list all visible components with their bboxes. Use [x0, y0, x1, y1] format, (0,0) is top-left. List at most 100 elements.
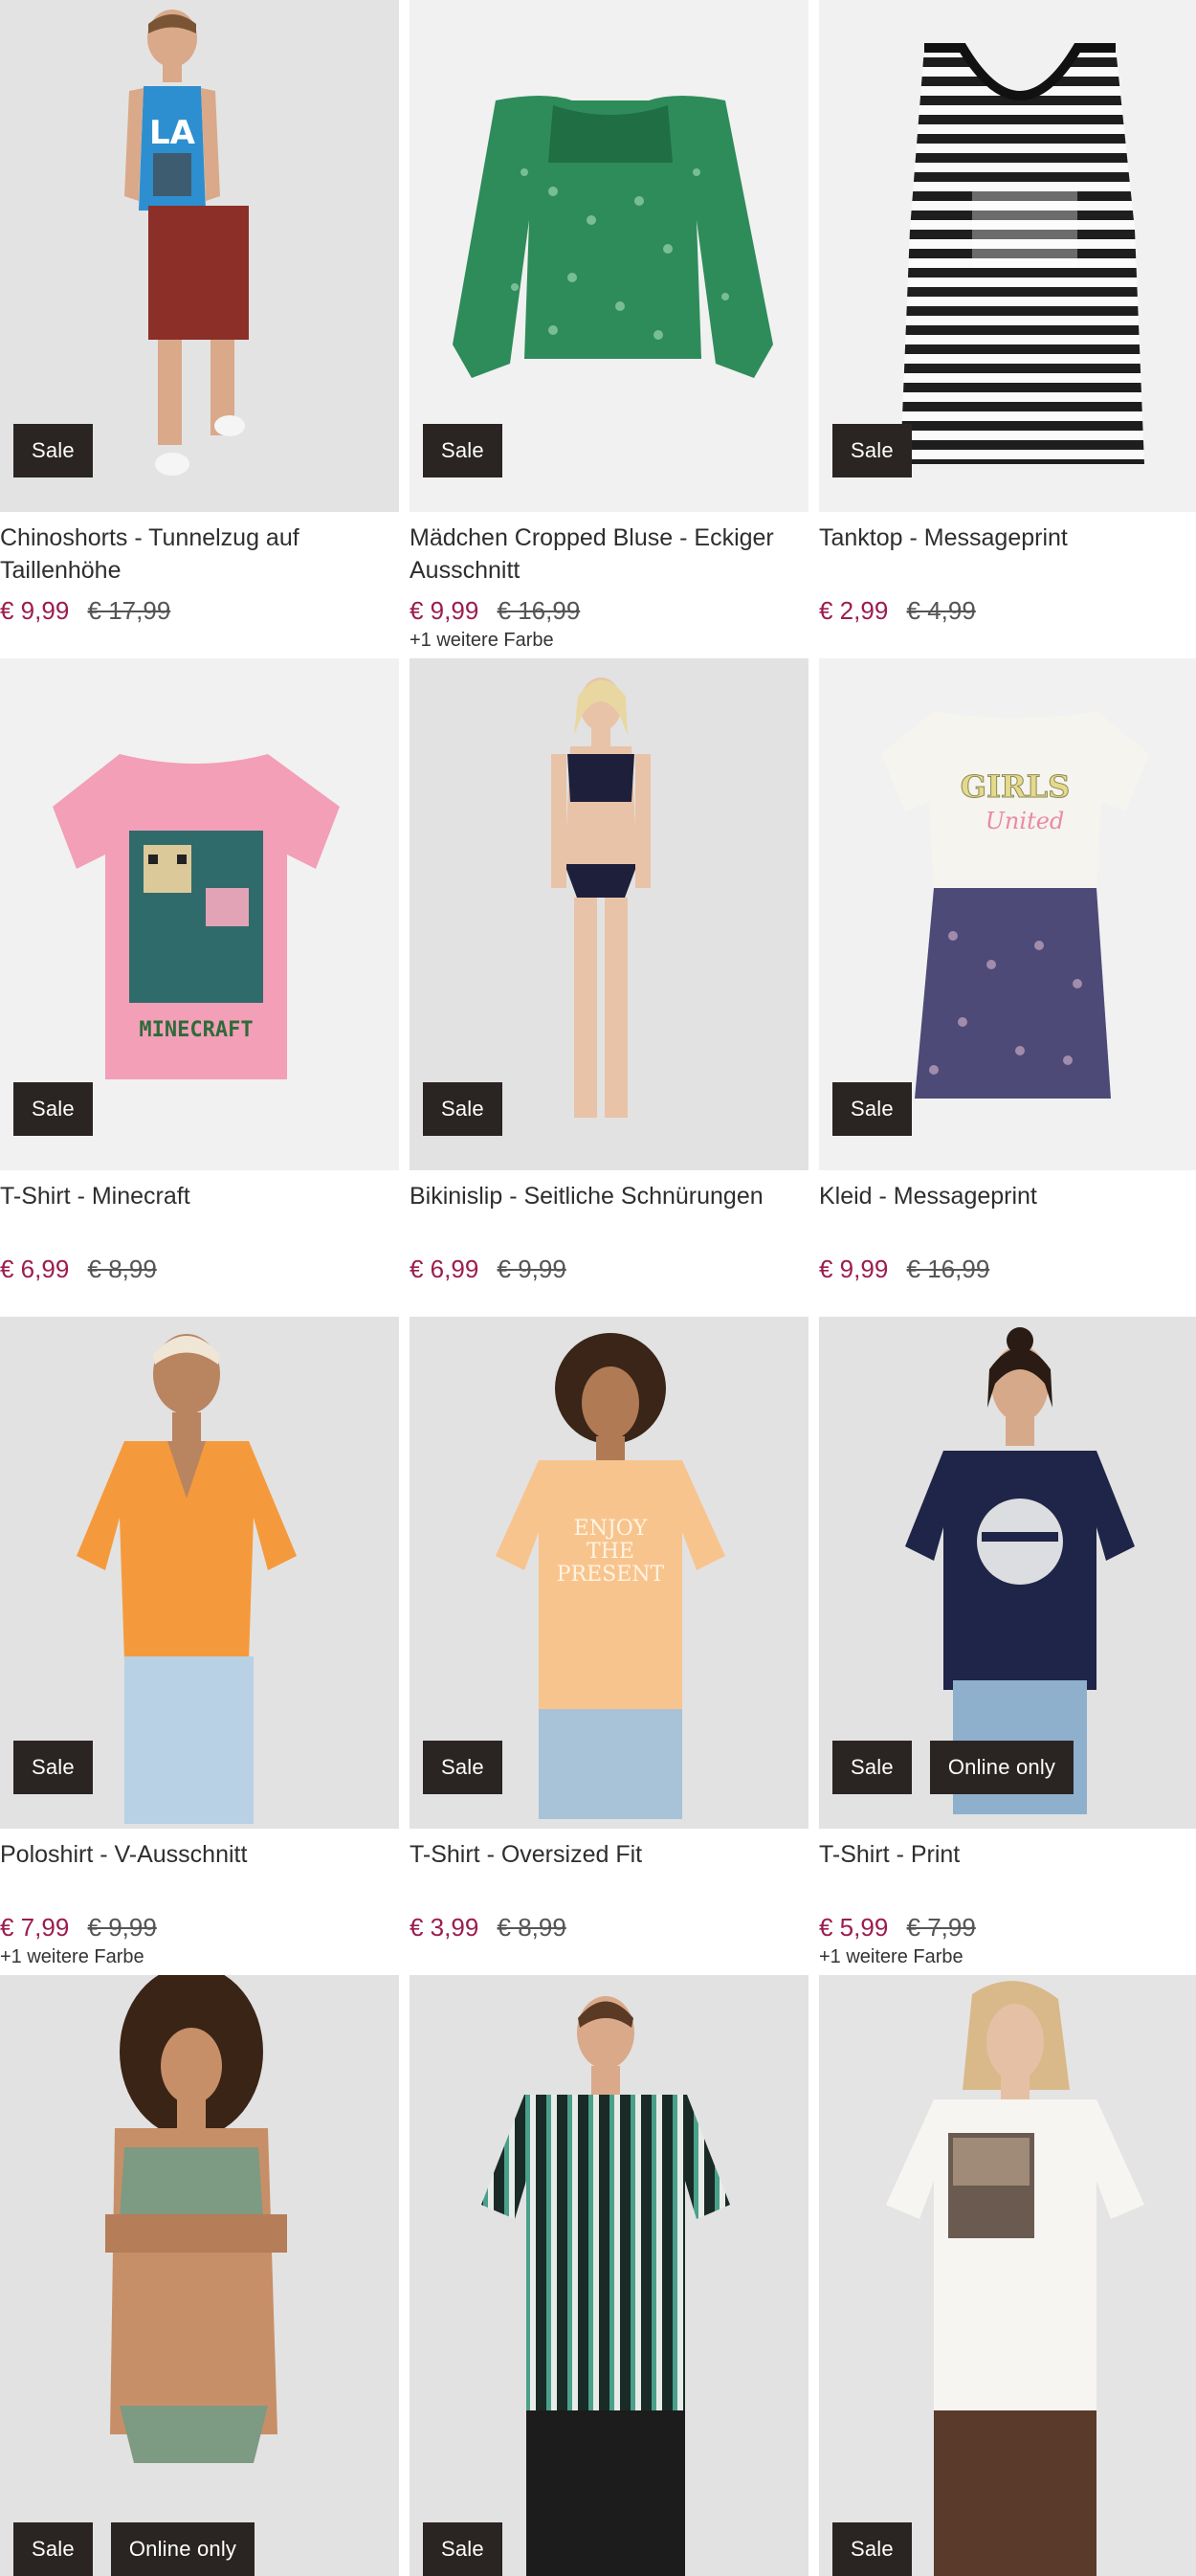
badge-row: Sale [832, 424, 912, 477]
product-card[interactable]: Sale Online only [0, 1975, 399, 2576]
original-price: € 8,99 [497, 1913, 566, 1942]
more-colors-label[interactable]: +1 weitere Farbe [410, 630, 808, 652]
dress-print-text: GIRLS [961, 768, 1071, 805]
product-card[interactable]: Sale Tanktop - Messageprint € 2,99 € 4,9… [819, 0, 1196, 658]
product-title[interactable]: Chinoshorts - Tunnelzug auf Taillenhöhe [0, 522, 399, 587]
sale-badge: Sale [832, 1082, 912, 1136]
sale-price: € 3,99 [410, 1913, 479, 1942]
product-title[interactable]: T-Shirt - Print [819, 1838, 1196, 1903]
sale-badge: Sale [423, 1741, 502, 1794]
sale-badge: Sale [832, 2522, 912, 2576]
product-card[interactable]: Sale [410, 1975, 808, 2576]
tee-print-line-1: ENJOY [574, 1517, 648, 1541]
product-card[interactable]: ENJOY THE PRESENT Sale T-Shirt - Oversiz… [410, 1317, 808, 1975]
product-image[interactable]: Sale Online only [0, 1975, 399, 2576]
original-price: € 16,99 [497, 596, 581, 625]
price-row: € 6,99 € 8,99 [0, 1252, 399, 1286]
product-card[interactable]: Sale Poloshirt - V-Ausschnitt € 7,99 € 9… [0, 1317, 399, 1975]
product-image[interactable]: Sale [819, 0, 1196, 512]
badge-row: Sale [423, 424, 502, 477]
original-price: € 7,99 [906, 1913, 976, 1942]
price-row: € 2,99 € 4,99 [819, 593, 1196, 628]
original-price: € 8,99 [87, 1255, 157, 1283]
sale-badge: Sale [13, 2522, 93, 2576]
price-row: € 5,99 € 7,99 [819, 1910, 1196, 1944]
product-card[interactable]: MINECRAFT Sale T-Shirt - Minecraft € 6,9… [0, 658, 399, 1317]
product-photo-woman-white-tshirt [819, 1975, 1196, 2576]
sale-badge: Sale [832, 424, 912, 477]
product-title[interactable]: Poloshirt - V-Ausschnitt [0, 1838, 399, 1903]
sale-badge: Sale [13, 1741, 93, 1794]
original-price: € 17,99 [87, 596, 171, 625]
sale-price: € 9,99 [410, 596, 479, 625]
product-image[interactable]: Sale [819, 1975, 1196, 2576]
badge-row: Sale [832, 1082, 912, 1136]
badge-row: Sale [423, 2522, 502, 2576]
product-card[interactable]: Sale Bikinislip - Seitliche Schnürungen … [410, 658, 808, 1317]
more-colors-label[interactable]: +1 weitere Farbe [819, 1946, 1196, 1968]
product-image[interactable]: Sale [410, 0, 808, 512]
badge-row: Sale [13, 1082, 93, 1136]
sale-badge: Sale [13, 424, 93, 477]
original-price: € 9,99 [87, 1913, 157, 1942]
badge-row: Sale Online only [13, 2522, 255, 2576]
price-row: € 7,99 € 9,99 [0, 1910, 399, 1944]
sale-price: € 6,99 [0, 1255, 70, 1283]
badge-row: Sale [832, 2522, 912, 2576]
sale-price: € 2,99 [819, 596, 889, 625]
more-colors-label[interactable]: +1 weitere Farbe [0, 1946, 399, 1968]
product-card[interactable]: Sale Mädchen Cropped Bluse - Eckiger Aus… [410, 0, 808, 658]
price-row: € 9,99 € 17,99 [0, 593, 399, 628]
product-photo-man-striped-tshirt [410, 1975, 808, 2576]
badge-row: Sale Online only [832, 1741, 1074, 1794]
product-image[interactable]: Sale [410, 658, 808, 1170]
product-image[interactable]: MINECRAFT Sale [0, 658, 399, 1170]
price-row: € 9,99 € 16,99 [410, 593, 808, 628]
dress-print-subtext: United [986, 808, 1065, 834]
product-photo-woman-green-bikini [0, 1975, 399, 2576]
online-only-badge: Online only [929, 1741, 1074, 1794]
product-card[interactable]: Sale Online only T-Shirt - Print € 5,99 … [819, 1317, 1196, 1975]
sale-badge: Sale [423, 424, 502, 477]
sale-badge: Sale [832, 1741, 912, 1794]
tank-print-text: LA [149, 114, 196, 152]
product-image[interactable]: ENJOY THE PRESENT Sale [410, 1317, 808, 1829]
product-card[interactable]: LA Sale Chinoshorts - Tunnelzug auf Tail… [0, 0, 399, 658]
original-price: € 16,99 [906, 1255, 990, 1283]
badge-row: Sale [423, 1741, 502, 1794]
badge-row: Sale [13, 1741, 93, 1794]
product-image[interactable]: GIRLS United Sale [819, 658, 1196, 1170]
product-image[interactable]: Sale Online only [819, 1317, 1196, 1829]
original-price: € 4,99 [906, 596, 976, 625]
sale-badge: Sale [423, 2522, 502, 2576]
price-row: € 6,99 € 9,99 [410, 1252, 808, 1286]
online-only-badge: Online only [110, 2522, 255, 2576]
badge-row: Sale [423, 1082, 502, 1136]
tee-print-line-2: THE [587, 1540, 634, 1564]
price-row: € 9,99 € 16,99 [819, 1252, 1196, 1286]
product-image[interactable]: LA Sale [0, 0, 399, 512]
product-image[interactable]: Sale [0, 1317, 399, 1829]
sale-badge: Sale [423, 1082, 502, 1136]
sale-badge: Sale [13, 1082, 93, 1136]
product-title[interactable]: Mädchen Cropped Bluse - Eckiger Ausschni… [410, 522, 808, 587]
product-title[interactable]: Bikinislip - Seitliche Schnürungen [410, 1180, 808, 1245]
product-image[interactable]: Sale [410, 1975, 808, 2576]
product-title[interactable]: Tanktop - Messageprint [819, 522, 1196, 587]
sale-price: € 9,99 [0, 596, 70, 625]
original-price: € 9,99 [497, 1255, 566, 1283]
tshirt-print-text: MINECRAFT [139, 1018, 253, 1042]
price-row: € 3,99 € 8,99 [410, 1910, 808, 1944]
product-card[interactable]: Sale [819, 1975, 1196, 2576]
sale-price: € 6,99 [410, 1255, 479, 1283]
sale-price: € 7,99 [0, 1913, 70, 1942]
product-title[interactable]: T-Shirt - Minecraft [0, 1180, 399, 1245]
product-title[interactable]: T-Shirt - Oversized Fit [410, 1838, 808, 1903]
badge-row: Sale [13, 424, 93, 477]
sale-price: € 5,99 [819, 1913, 889, 1942]
product-title[interactable]: Kleid - Messageprint [819, 1180, 1196, 1245]
product-card[interactable]: GIRLS United Sale Kleid - Messageprint €… [819, 658, 1196, 1317]
sale-price: € 9,99 [819, 1255, 889, 1283]
product-grid: LA Sale Chinoshorts - Tunnelzug auf Tail… [0, 0, 1196, 2576]
tee-print-line-3: PRESENT [557, 1563, 665, 1587]
